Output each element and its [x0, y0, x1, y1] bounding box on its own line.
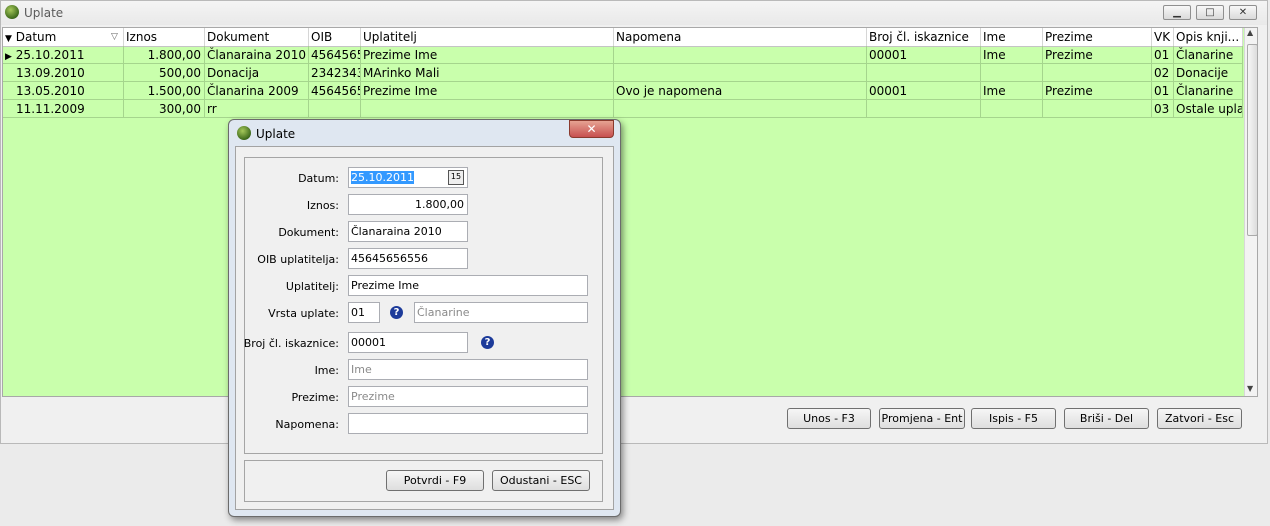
- uplatitelj-field[interactable]: Prezime Ime: [348, 275, 588, 296]
- dialog-title: Uplate: [256, 127, 296, 141]
- column-header-dokument[interactable]: Dokument: [205, 28, 309, 46]
- prezime-field[interactable]: Prezime: [348, 386, 588, 407]
- brisi-button[interactable]: Briši - Del: [1064, 408, 1149, 429]
- edit-dialog: Uplate ✕ Datum: 25.10.2011 15 Iznos: 1.8…: [228, 119, 621, 517]
- app-logo-icon: [5, 5, 19, 19]
- dialog-actions: Potvrdi - F9 Odustani - ESC: [244, 460, 603, 502]
- current-row-icon: ▶: [5, 52, 12, 62]
- close-icon[interactable]: ✕: [1229, 5, 1257, 20]
- oib-field[interactable]: 45645656556: [348, 248, 468, 269]
- maximize-icon[interactable]: □: [1196, 5, 1224, 20]
- vrsta-label: Vrsta uplate:: [268, 307, 339, 320]
- grid-header: ▼ Datum ▽ Iznos Dokument OIB Uplatitelj …: [3, 28, 1243, 47]
- dialog-body: Datum: 25.10.2011 15 Iznos: 1.800,00 Dok…: [235, 146, 614, 510]
- dialog-logo-icon: [237, 126, 251, 140]
- table-row[interactable]: 11.11.2009 300,00 rr 03 Ostale upla: [3, 100, 1243, 118]
- napomena-field[interactable]: [348, 413, 588, 434]
- odustani-button[interactable]: Odustani - ESC: [492, 470, 590, 491]
- column-header-prezime[interactable]: Prezime: [1043, 28, 1152, 46]
- broj-help-icon[interactable]: ?: [481, 336, 494, 349]
- table-row[interactable]: 13.05.2010 1.500,00 Članarina 2009 45645…: [3, 82, 1243, 100]
- ime-field[interactable]: Ime: [348, 359, 588, 380]
- napomena-label: Napomena:: [275, 418, 339, 431]
- scroll-down-icon[interactable]: ▼: [1247, 384, 1253, 393]
- dokument-label: Dokument:: [278, 226, 339, 239]
- column-header-iznos[interactable]: Iznos: [124, 28, 205, 46]
- iznos-label: Iznos:: [306, 199, 339, 212]
- dialog-close-icon[interactable]: ✕: [569, 120, 614, 138]
- column-header-opis[interactable]: Opis knji...: [1174, 28, 1243, 46]
- scrollbar-thumb[interactable]: [1247, 44, 1257, 236]
- column-header-datum[interactable]: ▼ Datum ▽: [3, 28, 124, 46]
- table-row[interactable]: ▶ 25.10.2011 1.800,00 Članaraina 2010 45…: [3, 46, 1243, 64]
- column-header-oib[interactable]: OIB: [309, 28, 361, 46]
- minimize-icon[interactable]: ▁: [1163, 5, 1191, 20]
- column-header-vk[interactable]: VK: [1152, 28, 1174, 46]
- column-header-broj[interactable]: Broj čl. iskaznice: [867, 28, 981, 46]
- vertical-scrollbar[interactable]: ▲ ▼: [1244, 28, 1257, 396]
- column-header-uplatitelj[interactable]: Uplatitelj: [361, 28, 614, 46]
- ispis-button[interactable]: Ispis - F5: [971, 408, 1056, 429]
- scroll-up-icon[interactable]: ▲: [1247, 28, 1253, 37]
- table-row[interactable]: 13.09.2010 500,00 Donacija 2342343 MArin…: [3, 64, 1243, 82]
- broj-field[interactable]: 00001: [348, 332, 468, 353]
- main-window: Uplate ▁ □ ✕ ▼ Datum ▽ Iznos Dokument OI…: [0, 0, 1268, 444]
- column-header-ime[interactable]: Ime: [981, 28, 1043, 46]
- title-bar: Uplate ▁ □ ✕: [1, 1, 1267, 25]
- column-header-napomena[interactable]: Napomena: [614, 28, 867, 46]
- oib-label: OIB uplatitelja:: [257, 253, 339, 266]
- sort-filter-icon[interactable]: ▽: [111, 28, 118, 46]
- window-title: Uplate: [24, 6, 64, 20]
- broj-label: Broj čl. iskaznice:: [243, 337, 339, 350]
- vrsta-field[interactable]: 01: [348, 302, 380, 323]
- uplatitelj-label: Uplatitelj:: [285, 280, 339, 293]
- fields-group: Datum: 25.10.2011 15 Iznos: 1.800,00 Dok…: [244, 157, 603, 454]
- iznos-field[interactable]: 1.800,00: [348, 194, 468, 215]
- datum-field[interactable]: 25.10.2011 15: [348, 167, 468, 188]
- datum-label: Datum:: [298, 172, 339, 185]
- zatvori-button[interactable]: Zatvori - Esc: [1157, 408, 1242, 429]
- payments-grid[interactable]: ▼ Datum ▽ Iznos Dokument OIB Uplatitelj …: [2, 27, 1258, 397]
- prezime-label: Prezime:: [291, 391, 339, 404]
- dokument-field[interactable]: Članaraina 2010: [348, 221, 468, 242]
- promjena-button[interactable]: Promjena - Ent: [879, 408, 965, 429]
- vrsta-description-field: Članarine: [414, 302, 588, 323]
- calendar-icon[interactable]: 15: [448, 170, 464, 185]
- ime-label: Ime:: [314, 364, 339, 377]
- vrsta-help-icon[interactable]: ?: [390, 306, 403, 319]
- unos-button[interactable]: Unos - F3: [787, 408, 871, 429]
- potvrdi-button[interactable]: Potvrdi - F9: [386, 470, 484, 491]
